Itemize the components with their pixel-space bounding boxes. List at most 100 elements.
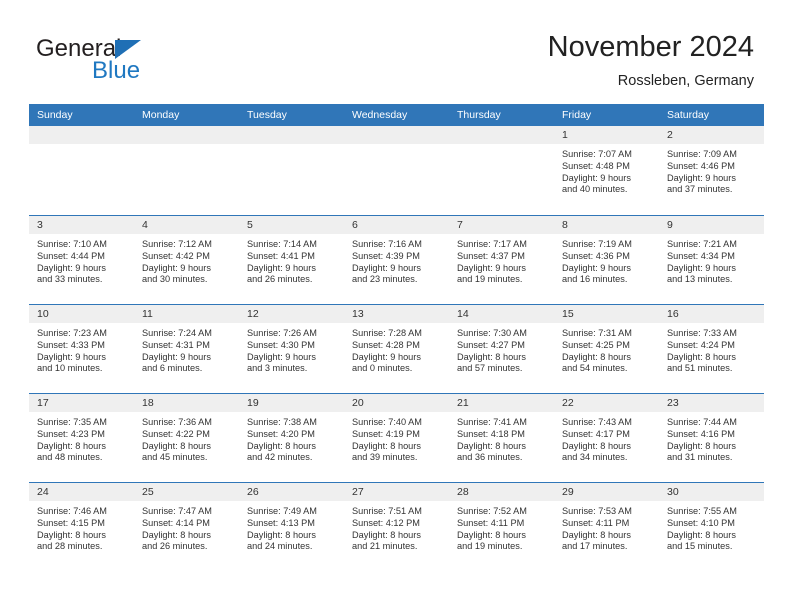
sunset-text: Sunset: 4:12 PM	[352, 517, 420, 528]
daylight-text-line2: and 57 minutes.	[457, 363, 523, 374]
day-details: Sunrise: 7:40 AM Sunset: 4:19 PM Daylight:…	[344, 412, 449, 464]
calendar-day-cell[interactable]: 3 Sunrise: 7:10 AM Sunset: 4:44 PM Daylight…	[29, 216, 134, 304]
daylight-text-line2: and 36 minutes.	[457, 452, 523, 463]
day-number	[344, 126, 449, 144]
daylight-text-line1: Daylight: 8 hours	[562, 440, 631, 451]
calendar-day-cell[interactable]: 8 Sunrise: 7:19 AM Sunset: 4:36 PM Daylight…	[554, 216, 659, 304]
day-number: 17	[29, 394, 134, 412]
calendar-day-cell[interactable]: 24 Sunrise: 7:46 AM Sunset: 4:15 PM Dayligh…	[29, 483, 134, 571]
calendar-day-cell[interactable]: 17 Sunrise: 7:35 AM Sunset: 4:23 PM Dayligh…	[29, 394, 134, 482]
calendar-day-cell[interactable]: 28 Sunrise: 7:52 AM Sunset: 4:11 PM Dayligh…	[449, 483, 554, 571]
calendar-day-cell[interactable]: 29 Sunrise: 7:53 AM Sunset: 4:11 PM Dayligh…	[554, 483, 659, 571]
calendar-day-cell[interactable]: 5 Sunrise: 7:14 AM Sunset: 4:41 PM Daylight…	[239, 216, 344, 304]
day-number: 13	[344, 305, 449, 323]
day-number: 27	[344, 483, 449, 501]
logo-text-blue: Blue	[92, 57, 141, 84]
day-number: 8	[554, 216, 659, 234]
calendar-day-cell[interactable]: 16 Sunrise: 7:33 AM Sunset: 4:24 PM Dayligh…	[659, 305, 764, 393]
sunset-text: Sunset: 4:11 PM	[457, 517, 525, 528]
sunrise-text: Sunrise: 7:10 AM	[37, 239, 107, 249]
calendar-day-cell[interactable]: 30 Sunrise: 7:55 AM Sunset: 4:10 PM Dayligh…	[659, 483, 764, 571]
daylight-text-line1: Daylight: 9 hours	[37, 351, 106, 362]
day-number	[134, 126, 239, 144]
sunset-text: Sunset: 4:33 PM	[37, 339, 105, 350]
sunrise-text: Sunrise: 7:35 AM	[37, 417, 107, 427]
calendar-day-cell[interactable]: 22 Sunrise: 7:43 AM Sunset: 4:17 PM Dayligh…	[554, 394, 659, 482]
daylight-text-line1: Daylight: 8 hours	[457, 351, 526, 362]
day-details: Sunrise: 7:52 AM Sunset: 4:11 PM Daylight:…	[449, 501, 554, 553]
sunrise-text: Sunrise: 7:23 AM	[37, 328, 107, 338]
general-blue-logo[interactable]: General Blue	[36, 36, 216, 90]
calendar-day-cell[interactable]: 13 Sunrise: 7:28 AM Sunset: 4:28 PM Dayligh…	[344, 305, 449, 393]
calendar-day-cell[interactable]: 10 Sunrise: 7:23 AM Sunset: 4:33 PM Dayligh…	[29, 305, 134, 393]
calendar-day-cell[interactable]: 26 Sunrise: 7:49 AM Sunset: 4:13 PM Dayligh…	[239, 483, 344, 571]
weekday-header-monday: Monday	[142, 109, 180, 121]
calendar-day-cell-empty	[449, 126, 554, 214]
daylight-text-line1: Daylight: 9 hours	[142, 262, 211, 273]
daylight-text-line2: and 45 minutes.	[142, 452, 208, 463]
sunset-text: Sunset: 4:19 PM	[352, 428, 420, 439]
day-details: Sunrise: 7:14 AM Sunset: 4:41 PM Daylight:…	[239, 234, 344, 286]
calendar-day-cell[interactable]: 1 Sunrise: 7:07 AM Sunset: 4:48 PM Daylight…	[554, 126, 659, 214]
calendar-day-cell[interactable]: 4 Sunrise: 7:12 AM Sunset: 4:42 PM Daylight…	[134, 216, 239, 304]
daylight-text-line2: and 0 minutes.	[352, 363, 413, 374]
calendar-week-row: 1 Sunrise: 7:07 AM Sunset: 4:48 PM Daylight…	[29, 126, 764, 215]
day-details: Sunrise: 7:47 AM Sunset: 4:14 PM Daylight:…	[134, 501, 239, 553]
day-number: 22	[554, 394, 659, 412]
daylight-text-line1: Daylight: 8 hours	[562, 351, 631, 362]
calendar-week-row: 10 Sunrise: 7:23 AM Sunset: 4:33 PM Dayligh…	[29, 304, 764, 393]
sunset-text: Sunset: 4:16 PM	[667, 428, 735, 439]
day-details: Sunrise: 7:46 AM Sunset: 4:15 PM Daylight:…	[29, 501, 134, 553]
sunset-text: Sunset: 4:48 PM	[562, 160, 630, 171]
calendar-day-cell[interactable]: 14 Sunrise: 7:30 AM Sunset: 4:27 PM Dayligh…	[449, 305, 554, 393]
daylight-text-line1: Daylight: 8 hours	[37, 440, 106, 451]
calendar-day-cell[interactable]: 18 Sunrise: 7:36 AM Sunset: 4:22 PM Dayligh…	[134, 394, 239, 482]
sunrise-text: Sunrise: 7:52 AM	[457, 506, 527, 516]
sunset-text: Sunset: 4:39 PM	[352, 250, 420, 261]
daylight-text-line1: Daylight: 8 hours	[667, 351, 736, 362]
weekday-header-friday: Friday	[562, 109, 592, 121]
calendar-day-cell[interactable]: 11 Sunrise: 7:24 AM Sunset: 4:31 PM Dayligh…	[134, 305, 239, 393]
page-header: General Blue November 2024 Rossleben, Ge…	[0, 0, 792, 104]
sunrise-text: Sunrise: 7:16 AM	[352, 239, 422, 249]
calendar-day-cell[interactable]: 6 Sunrise: 7:16 AM Sunset: 4:39 PM Daylight…	[344, 216, 449, 304]
day-details: Sunrise: 7:23 AM Sunset: 4:33 PM Daylight:…	[29, 323, 134, 375]
daylight-text-line2: and 15 minutes.	[667, 541, 733, 552]
daylight-text-line1: Daylight: 9 hours	[667, 172, 736, 183]
sunset-text: Sunset: 4:46 PM	[667, 160, 735, 171]
calendar-day-cell[interactable]: 21 Sunrise: 7:41 AM Sunset: 4:18 PM Dayligh…	[449, 394, 554, 482]
daylight-text-line1: Daylight: 8 hours	[667, 529, 736, 540]
daylight-text-line2: and 40 minutes.	[562, 184, 628, 195]
sunrise-text: Sunrise: 7:26 AM	[247, 328, 317, 338]
day-details: Sunrise: 7:41 AM Sunset: 4:18 PM Daylight:…	[449, 412, 554, 464]
sunrise-text: Sunrise: 7:30 AM	[457, 328, 527, 338]
daylight-text-line1: Daylight: 8 hours	[667, 440, 736, 451]
sunrise-text: Sunrise: 7:49 AM	[247, 506, 317, 516]
calendar-day-cell[interactable]: 2 Sunrise: 7:09 AM Sunset: 4:46 PM Daylight…	[659, 126, 764, 214]
daylight-text-line2: and 33 minutes.	[37, 274, 103, 285]
sunrise-text: Sunrise: 7:38 AM	[247, 417, 317, 427]
calendar-day-cell[interactable]: 20 Sunrise: 7:40 AM Sunset: 4:19 PM Dayligh…	[344, 394, 449, 482]
calendar-day-cell[interactable]: 15 Sunrise: 7:31 AM Sunset: 4:25 PM Dayligh…	[554, 305, 659, 393]
calendar-day-cell[interactable]: 9 Sunrise: 7:21 AM Sunset: 4:34 PM Daylight…	[659, 216, 764, 304]
sunrise-text: Sunrise: 7:24 AM	[142, 328, 212, 338]
sunset-text: Sunset: 4:15 PM	[37, 517, 105, 528]
calendar-day-cell[interactable]: 27 Sunrise: 7:51 AM Sunset: 4:12 PM Dayligh…	[344, 483, 449, 571]
sunrise-text: Sunrise: 7:21 AM	[667, 239, 737, 249]
weekday-header-wednesday: Wednesday	[352, 109, 408, 121]
day-number	[29, 126, 134, 144]
calendar-day-cell[interactable]: 25 Sunrise: 7:47 AM Sunset: 4:14 PM Dayligh…	[134, 483, 239, 571]
daylight-text-line2: and 21 minutes.	[352, 541, 418, 552]
calendar-day-cell[interactable]: 12 Sunrise: 7:26 AM Sunset: 4:30 PM Dayligh…	[239, 305, 344, 393]
calendar-page: General Blue November 2024 Rossleben, Ge…	[0, 0, 792, 612]
calendar-day-cell[interactable]: 19 Sunrise: 7:38 AM Sunset: 4:20 PM Dayligh…	[239, 394, 344, 482]
day-number: 2	[659, 126, 764, 144]
calendar-day-cell[interactable]: 23 Sunrise: 7:44 AM Sunset: 4:16 PM Dayligh…	[659, 394, 764, 482]
calendar-day-cell[interactable]: 7 Sunrise: 7:17 AM Sunset: 4:37 PM Daylight…	[449, 216, 554, 304]
sunrise-text: Sunrise: 7:19 AM	[562, 239, 632, 249]
sunrise-text: Sunrise: 7:40 AM	[352, 417, 422, 427]
calendar-grid: Sunday Monday Tuesday Wednesday Thursday…	[29, 104, 764, 571]
day-details: Sunrise: 7:53 AM Sunset: 4:11 PM Daylight:…	[554, 501, 659, 553]
daylight-text-line1: Daylight: 8 hours	[142, 440, 211, 451]
day-details: Sunrise: 7:43 AM Sunset: 4:17 PM Daylight:…	[554, 412, 659, 464]
